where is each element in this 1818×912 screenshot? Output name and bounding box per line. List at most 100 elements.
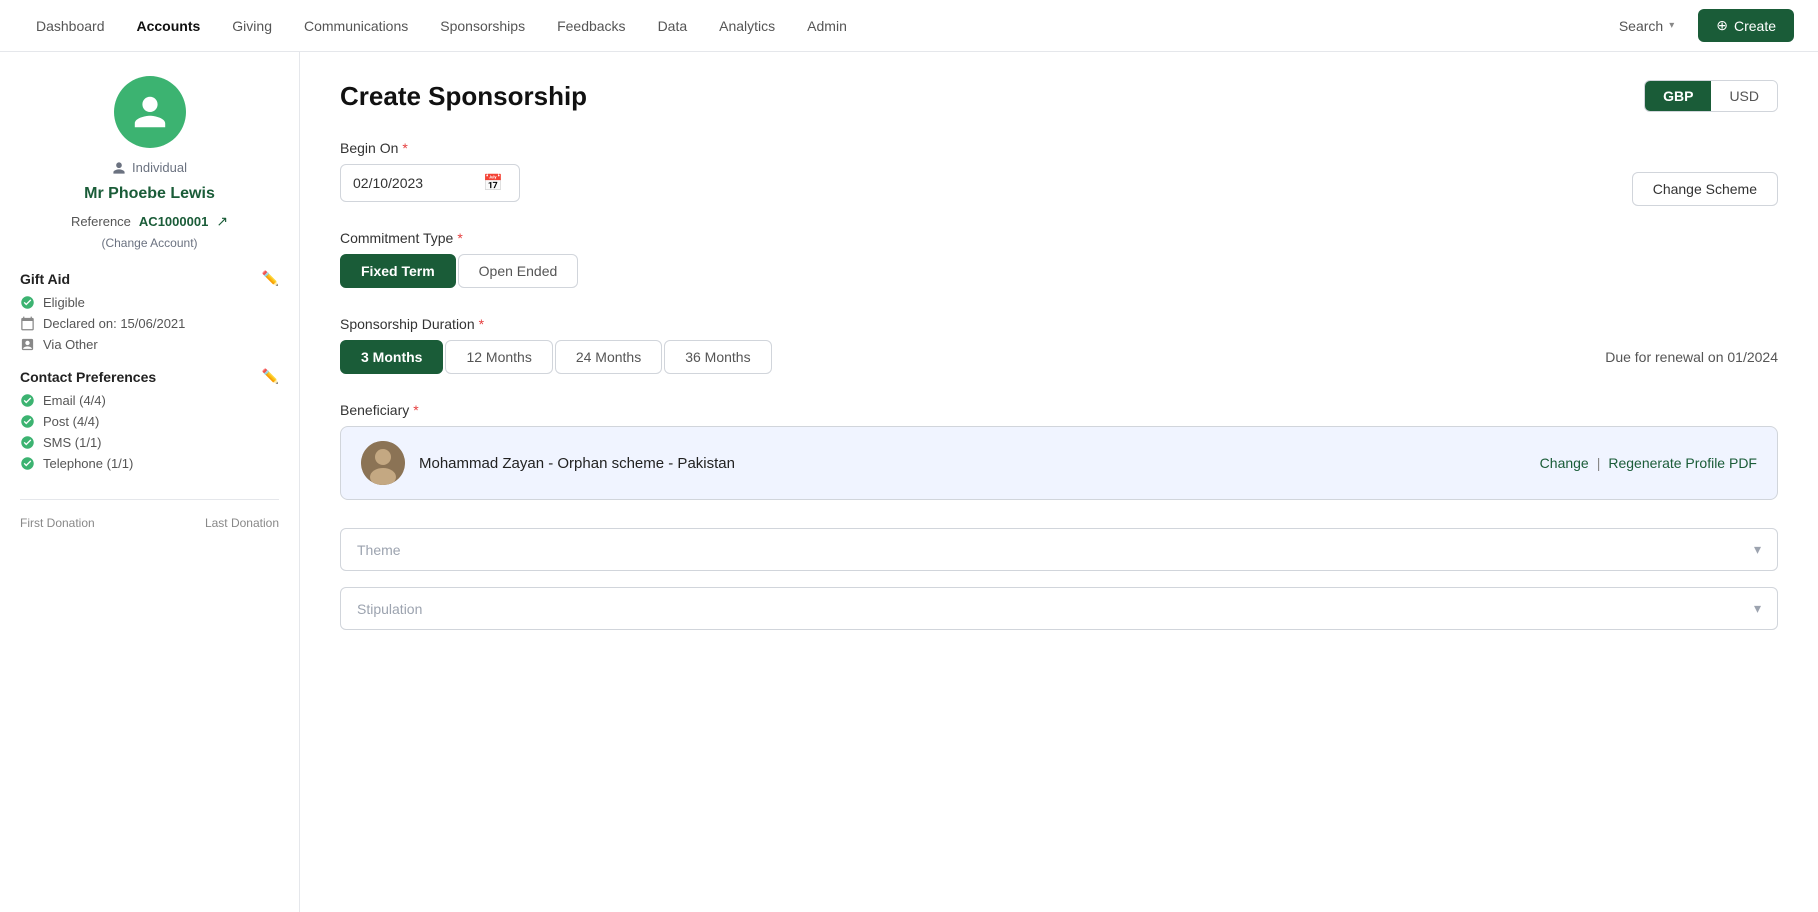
post-row: Post (4/4) — [20, 414, 279, 429]
sms-check-icon — [20, 435, 35, 450]
telephone-label: Telephone (1/1) — [43, 456, 133, 471]
email-check-icon — [20, 393, 35, 408]
individual-badge: Individual — [20, 160, 279, 175]
stipulation-chevron-icon: ▾ — [1754, 600, 1761, 617]
open-ended-button[interactable]: Open Ended — [458, 254, 579, 288]
nav-item-accounts[interactable]: Accounts — [125, 12, 213, 40]
beneficiary-card: Mohammad Zayan - Orphan scheme - Pakista… — [340, 426, 1778, 500]
gift-aid-header: Gift Aid ✏️ — [20, 270, 279, 287]
calendar-icon — [20, 316, 35, 331]
theme-dropdown[interactable]: Theme ▾ — [340, 528, 1778, 571]
gift-aid-section: Gift Aid ✏️ Eligible Declared on: 15/06/… — [20, 270, 279, 352]
beneficiary-required: * — [413, 402, 418, 418]
nav-item-dashboard[interactable]: Dashboard — [24, 12, 117, 40]
contact-prefs-header: Contact Preferences ✏️ — [20, 368, 279, 385]
renewal-note: Due for renewal on 01/2024 — [1605, 349, 1778, 365]
beneficiary-avatar — [361, 441, 405, 485]
duration-label: Sponsorship Duration * — [340, 316, 1778, 332]
eligible-row: Eligible — [20, 295, 279, 310]
stipulation-placeholder: Stipulation — [357, 601, 422, 617]
post-label: Post (4/4) — [43, 414, 99, 429]
36-months-button[interactable]: 36 Months — [664, 340, 771, 374]
individual-icon — [112, 161, 126, 175]
reference-row: Reference AC1000001 ↗ — [20, 213, 279, 230]
currency-usd-button[interactable]: USD — [1711, 81, 1777, 111]
contact-prefs-title: Contact Preferences — [20, 369, 156, 385]
calendar-icon[interactable]: 📅 — [483, 173, 503, 193]
beneficiary-change-link[interactable]: Change — [1540, 455, 1589, 471]
via-row: Via Other — [20, 337, 279, 352]
nav-item-feedbacks[interactable]: Feedbacks — [545, 12, 637, 40]
gift-aid-title: Gift Aid — [20, 271, 70, 287]
avatar — [114, 76, 186, 148]
post-check-icon — [20, 414, 35, 429]
beneficiary-section: Beneficiary * Mohammad Zayan - Orphan sc… — [340, 402, 1778, 500]
individual-label: Individual — [132, 160, 187, 175]
begin-on-section: Begin On * 📅 — [340, 140, 520, 202]
commitment-required: * — [457, 230, 462, 246]
check-circle-icon — [20, 295, 35, 310]
beneficiary-actions: Change | Regenerate Profile PDF — [1540, 455, 1757, 471]
begin-on-input[interactable] — [353, 175, 483, 191]
beneficiary-label: Beneficiary * — [340, 402, 1778, 418]
begin-on-row: Begin On * 📅 Change Scheme — [340, 140, 1778, 230]
reference-label: Reference — [71, 214, 131, 229]
sms-row: SMS (1/1) — [20, 435, 279, 450]
email-label: Email (4/4) — [43, 393, 106, 408]
beneficiary-regenerate-link[interactable]: Regenerate Profile PDF — [1608, 455, 1757, 471]
nav-item-admin[interactable]: Admin — [795, 12, 859, 40]
change-account-button[interactable]: (Change Account) — [20, 236, 279, 250]
duration-section: Sponsorship Duration * 3 Months 12 Month… — [340, 316, 1778, 374]
beneficiary-name: Mohammad Zayan - Orphan scheme - Pakista… — [419, 455, 735, 472]
first-donation-label: First Donation — [20, 516, 95, 530]
page-layout: Individual Mr Phoebe Lewis Reference AC1… — [0, 52, 1818, 912]
via-label: Via Other — [43, 337, 98, 352]
eligible-label: Eligible — [43, 295, 85, 310]
contact-prefs-edit-icon[interactable]: ✏️ — [262, 368, 279, 385]
theme-placeholder: Theme — [357, 542, 401, 558]
declared-row: Declared on: 15/06/2021 — [20, 316, 279, 331]
duration-row: 3 Months 12 Months 24 Months 36 Months D… — [340, 340, 1778, 374]
currency-gbp-button[interactable]: GBP — [1645, 81, 1711, 111]
form-header: Create Sponsorship GBP USD — [340, 80, 1778, 112]
beneficiary-photo — [361, 441, 405, 485]
stipulation-dropdown[interactable]: Stipulation ▾ — [340, 587, 1778, 630]
separator: | — [1597, 455, 1601, 471]
reference-id: AC1000001 — [139, 214, 208, 229]
plus-icon: ⊕ — [1716, 17, 1728, 34]
nav-item-communications[interactable]: Communications — [292, 12, 420, 40]
nav-item-sponsorships[interactable]: Sponsorships — [428, 12, 537, 40]
nav-item-analytics[interactable]: Analytics — [707, 12, 787, 40]
fixed-term-button[interactable]: Fixed Term — [340, 254, 456, 288]
12-months-button[interactable]: 12 Months — [445, 340, 552, 374]
nav-item-giving[interactable]: Giving — [220, 12, 284, 40]
duration-toggle: 3 Months 12 Months 24 Months 36 Months — [340, 340, 772, 374]
other-icon — [20, 337, 35, 352]
create-label: Create — [1734, 18, 1776, 34]
24-months-button[interactable]: 24 Months — [555, 340, 662, 374]
sidebar-bottom: First Donation Last Donation — [20, 499, 279, 530]
nav-item-data[interactable]: Data — [646, 12, 700, 40]
avatar-wrap — [20, 76, 279, 148]
beneficiary-left: Mohammad Zayan - Orphan scheme - Pakista… — [361, 441, 735, 485]
begin-on-label: Begin On * — [340, 140, 520, 156]
sidebar: Individual Mr Phoebe Lewis Reference AC1… — [0, 52, 300, 912]
form-title: Create Sponsorship — [340, 81, 587, 112]
begin-on-required: * — [402, 140, 407, 156]
search-button[interactable]: Search ▾ — [1619, 18, 1674, 34]
contact-prefs-section: Contact Preferences ✏️ Email (4/4) Post … — [20, 368, 279, 471]
external-link-icon[interactable]: ↗ — [216, 213, 228, 230]
change-scheme-button[interactable]: Change Scheme — [1632, 172, 1778, 206]
search-label: Search — [1619, 18, 1663, 34]
commitment-type-label: Commitment Type * — [340, 230, 1778, 246]
3-months-button[interactable]: 3 Months — [340, 340, 443, 374]
telephone-row: Telephone (1/1) — [20, 456, 279, 471]
telephone-check-icon — [20, 456, 35, 471]
main-content: Create Sponsorship GBP USD Begin On * 📅 … — [300, 52, 1818, 912]
commitment-type-section: Commitment Type * Fixed Term Open Ended — [340, 230, 1778, 288]
commitment-type-toggle: Fixed Term Open Ended — [340, 254, 1778, 288]
create-button[interactable]: ⊕ Create — [1698, 9, 1794, 42]
declared-label: Declared on: 15/06/2021 — [43, 316, 185, 331]
gift-aid-edit-icon[interactable]: ✏️ — [262, 270, 279, 287]
date-input-wrap: 📅 — [340, 164, 520, 202]
